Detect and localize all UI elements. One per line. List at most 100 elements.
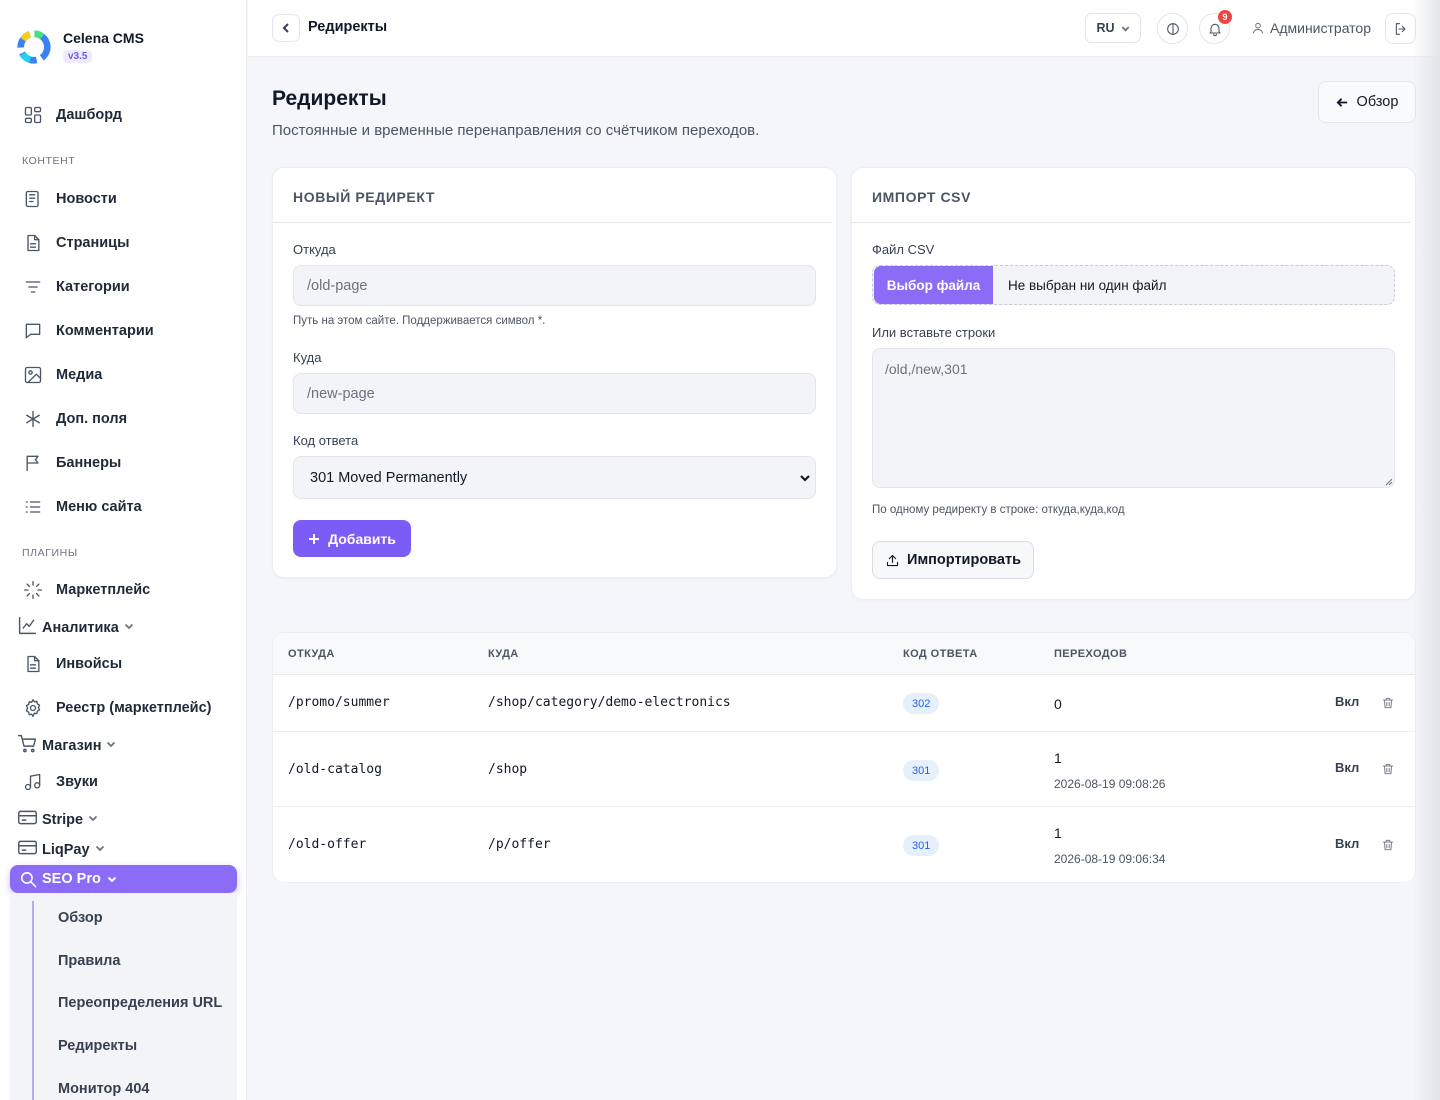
sidebar-item-label: Новости	[56, 191, 117, 207]
toggle-active-button[interactable]: Вкл	[1335, 836, 1359, 851]
column-header-to: КУДА	[488, 648, 519, 660]
chevron-down-icon	[800, 475, 810, 482]
column-header-hits: ПЕРЕХОДОВ	[1054, 648, 1128, 660]
delete-button[interactable]	[1381, 762, 1395, 776]
response-code-value: 301 Moved Permanently	[310, 469, 468, 486]
sidebar-item-seo-pro[interactable]: SEO Pro	[10, 865, 237, 893]
import-csv-card: ИМПОРТ CSV Файл CSV Выбор файла Не выбра…	[851, 167, 1416, 600]
file-label: Файл CSV	[872, 242, 935, 257]
chevron-down-icon	[95, 845, 104, 852]
chevron-down-icon	[1121, 26, 1129, 32]
file-input[interactable]: Выбор файла Не выбран ни один файл	[872, 265, 1395, 305]
section-label-content: КОНТЕНТ	[22, 155, 76, 167]
back-button[interactable]	[272, 14, 300, 42]
asterisk-icon	[22, 408, 44, 430]
page-title: Редиректы	[272, 87, 387, 110]
invoice-icon	[22, 653, 44, 675]
cell-last-hit: 2026-08-19 09:08:26	[1054, 777, 1166, 791]
sidebar-item-fields[interactable]: Доп. поля	[22, 407, 127, 431]
toggle-active-button[interactable]: Вкл	[1335, 694, 1359, 709]
sidebar-item-pages[interactable]: Страницы	[22, 231, 129, 255]
user-icon	[1252, 22, 1264, 34]
cell-to: /p/offer	[488, 837, 551, 852]
from-input[interactable]	[293, 265, 816, 306]
to-input[interactable]	[293, 373, 816, 414]
sidebar-item-marketplace[interactable]: Маркетплейс	[22, 578, 150, 602]
sidebar-item-label: Меню сайта	[56, 499, 142, 515]
cell-from: /old-offer	[288, 837, 367, 852]
import-button-label: Импортировать	[907, 552, 1021, 568]
table-row: /promo/summer /shop/category/demo-electr…	[273, 675, 1415, 732]
upload-icon	[886, 554, 899, 566]
card-heading: ИМПОРТ CSV	[852, 168, 1411, 223]
sidebar-item-stripe[interactable]: Stripe	[17, 807, 98, 828]
theme-toggle-button[interactable]	[1157, 13, 1188, 44]
sidebar-item-label: SEO Pro	[42, 871, 101, 887]
table-row: /old-offer /p/offer 301 1 2026-08-19 09:…	[273, 807, 1415, 882]
sidebar-item-label: Страницы	[56, 235, 130, 251]
sidebar-item-label: Реестр (маркетплейс)	[56, 700, 212, 716]
sidebar-item-invoices[interactable]: Инвойсы	[22, 652, 122, 676]
comment-icon	[22, 320, 44, 342]
sidebar-item-liqpay[interactable]: LiqPay	[17, 837, 105, 858]
contrast-icon	[1166, 22, 1179, 35]
submenu-item-url-overrides[interactable]: Переопределения URL	[58, 995, 222, 1011]
cell-from: /promo/summer	[288, 695, 390, 710]
overview-button[interactable]: Обзор	[1318, 81, 1416, 123]
add-redirect-button[interactable]: Добавить	[293, 520, 411, 557]
sidebar-item-media[interactable]: Медиа	[22, 363, 102, 387]
code-label: Код ответа	[293, 433, 359, 448]
sidebar-item-comments[interactable]: Комментарии	[22, 319, 154, 343]
notifications-button[interactable]: 9	[1199, 10, 1232, 44]
cell-from: /old-catalog	[288, 762, 382, 777]
chevron-down-icon	[124, 623, 133, 630]
plus-icon	[309, 533, 320, 544]
submenu-item-404-monitor[interactable]: Монитор 404	[58, 1081, 149, 1097]
news-icon	[22, 188, 44, 210]
filter-icon	[22, 276, 44, 298]
submenu-item-redirects[interactable]: Редиректы	[58, 1038, 137, 1054]
from-label: Откуда	[293, 242, 336, 257]
search-icon	[20, 871, 37, 887]
brand[interactable]: Celena CMS v3.5	[15, 28, 144, 66]
choose-file-button[interactable]: Выбор файла	[874, 266, 993, 304]
paste-label: Или вставьте строки	[872, 325, 996, 340]
cell-to: /shop/category/demo-electronics	[488, 695, 731, 710]
sidebar: Celena CMS v3.5 Дашборд КОНТЕНТ Новости …	[0, 0, 247, 1100]
logout-icon	[1395, 22, 1406, 35]
chart-line-icon	[18, 616, 37, 635]
delete-button[interactable]	[1381, 696, 1395, 710]
logout-button[interactable]	[1385, 13, 1416, 44]
sidebar-item-dashboard[interactable]: Дашборд	[22, 103, 122, 127]
language-label: RU	[1096, 21, 1115, 35]
response-code-select[interactable]: 301 Moved Permanently	[293, 456, 816, 499]
sidebar-item-banners[interactable]: Баннеры	[22, 451, 121, 475]
gear-icon	[22, 697, 44, 719]
sidebar-item-sounds[interactable]: Звуки	[22, 770, 98, 794]
redirects-table: ОТКУДА КУДА КОД ОТВЕТА ПЕРЕХОДОВ /promo/…	[272, 632, 1416, 883]
submenu-item-overview[interactable]: Обзор	[58, 910, 103, 926]
toggle-active-button[interactable]: Вкл	[1335, 760, 1359, 775]
user-menu[interactable]: Администратор	[1251, 20, 1371, 36]
sidebar-item-label: Звуки	[56, 774, 98, 790]
section-label-plugins: ПЛАГИНЫ	[22, 547, 78, 559]
submenu-item-rules[interactable]: Правила	[58, 953, 120, 969]
sidebar-item-analytics[interactable]: Аналитика	[17, 615, 134, 636]
topbar: Редиректы RU 9 Администратор	[248, 0, 1440, 57]
sidebar-item-shop[interactable]: Магазин	[17, 733, 116, 754]
sidebar-item-news[interactable]: Новости	[22, 187, 117, 211]
import-button[interactable]: Импортировать	[872, 541, 1034, 579]
sidebar-item-label: Аналитика	[42, 620, 119, 636]
list-icon	[22, 496, 44, 518]
csv-textarea[interactable]	[872, 348, 1395, 488]
cart-icon	[18, 734, 37, 753]
delete-button[interactable]	[1381, 838, 1395, 852]
resize-handle-icon[interactable]	[1385, 478, 1393, 486]
table-header: ОТКУДА КУДА КОД ОТВЕТА ПЕРЕХОДОВ	[273, 633, 1415, 675]
chevron-down-icon	[107, 876, 117, 883]
sidebar-item-categories[interactable]: Категории	[22, 275, 130, 299]
sidebar-item-label: Комментарии	[56, 323, 154, 339]
sidebar-item-registry[interactable]: Реестр (маркетплейс)	[22, 696, 211, 720]
sidebar-item-menu[interactable]: Меню сайта	[22, 495, 142, 519]
language-select[interactable]: RU	[1085, 13, 1141, 43]
